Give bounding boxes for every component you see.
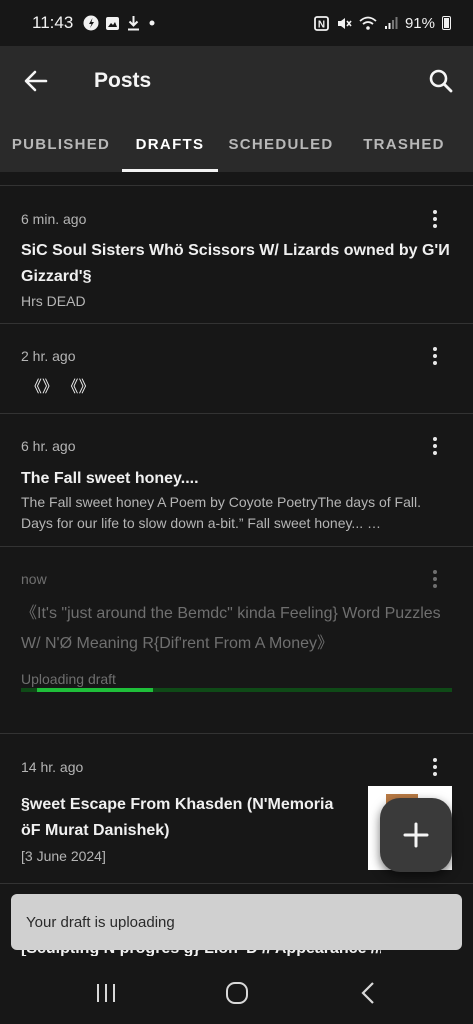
snackbar-text: Your draft is uploading (26, 913, 175, 931)
divider (0, 172, 473, 186)
back-button[interactable] (0, 46, 72, 116)
post-time: now (21, 571, 47, 587)
post-time: 6 min. ago (21, 211, 87, 227)
more-options-button[interactable] (425, 342, 445, 370)
tab-drafts[interactable]: DRAFTS (122, 116, 218, 172)
svg-text:N: N (318, 19, 325, 30)
post-time: 2 hr. ago (21, 348, 76, 364)
image-icon (106, 16, 120, 30)
recents-button[interactable] (76, 968, 136, 1018)
signal-icon (384, 17, 398, 29)
upload-status: Uploading draft (21, 671, 116, 687)
system-nav-bar (0, 962, 473, 1024)
list-item[interactable]: 6 min. ago SiC Soul Sisters Whö Scissors… (0, 186, 473, 324)
tab-trashed[interactable]: TRASHED (344, 116, 464, 172)
post-excerpt: The Fall sweet honey A Poem by Coyote Po… (21, 494, 421, 531)
post-time: 6 hr. ago (21, 438, 76, 454)
back-chevron-icon (360, 982, 374, 1004)
new-post-button[interactable] (380, 798, 452, 872)
nfc-icon: N (314, 15, 329, 31)
post-title: The Fall sweet honey.... (21, 470, 199, 487)
home-button[interactable] (207, 968, 267, 1018)
battery-percent: 91% (404, 14, 435, 32)
post-title: 《It's "just around the Bemdc" kinda Feel… (21, 605, 441, 652)
more-options-button[interactable] (425, 432, 445, 460)
more-options-button[interactable] (425, 205, 445, 233)
threads-icon (83, 15, 99, 31)
list-item-uploading[interactable]: now 《It's "just around the Bemdc" kinda … (0, 547, 473, 734)
status-time: 11:43 (32, 13, 74, 32)
recents-icon (96, 984, 115, 1002)
more-options-button[interactable] (425, 565, 445, 593)
drafts-list: 6 min. ago SiC Soul Sisters Whö Scissors… (0, 172, 473, 884)
system-back-button[interactable] (338, 968, 398, 1018)
post-excerpt: [3 June 2024] (21, 848, 106, 864)
status-bar: 11:43 N 91% (0, 0, 473, 46)
app-bar: Posts (0, 46, 473, 116)
more-options-button[interactable] (425, 753, 445, 781)
mute-icon (337, 17, 352, 29)
plus-icon (403, 822, 429, 848)
upload-progress-fill (37, 688, 153, 692)
page-title: Posts (94, 69, 152, 92)
post-title: §weet Escape From Khasden (N'Memoria öF … (21, 796, 334, 839)
download-icon (128, 16, 140, 31)
arrow-left-icon (24, 70, 48, 92)
list-item[interactable]: 6 hr. ago The Fall sweet honey.... The F… (0, 414, 473, 547)
tab-scheduled[interactable]: SCHEDULED (218, 116, 344, 172)
snackbar: Your draft is uploading (11, 894, 462, 950)
home-icon (225, 982, 248, 1004)
post-title: 《》 《》 (26, 379, 95, 396)
search-button[interactable] (411, 46, 471, 116)
tab-published[interactable]: PUBLISHED (0, 116, 122, 172)
search-icon (429, 69, 453, 93)
battery-icon (442, 16, 451, 30)
post-time: 14 hr. ago (21, 759, 84, 775)
upload-progress-bar (21, 688, 452, 692)
wifi-icon (359, 16, 377, 30)
list-item[interactable]: 2 hr. ago 《》 《》 (0, 324, 473, 414)
tab-bar: PUBLISHED DRAFTS SCHEDULED TRASHED (0, 116, 473, 172)
post-title: SiC Soul Sisters Whö Scissors W/ Lizards… (21, 242, 450, 285)
dot-icon (149, 20, 155, 26)
post-excerpt: Hrs DEAD (21, 293, 86, 309)
